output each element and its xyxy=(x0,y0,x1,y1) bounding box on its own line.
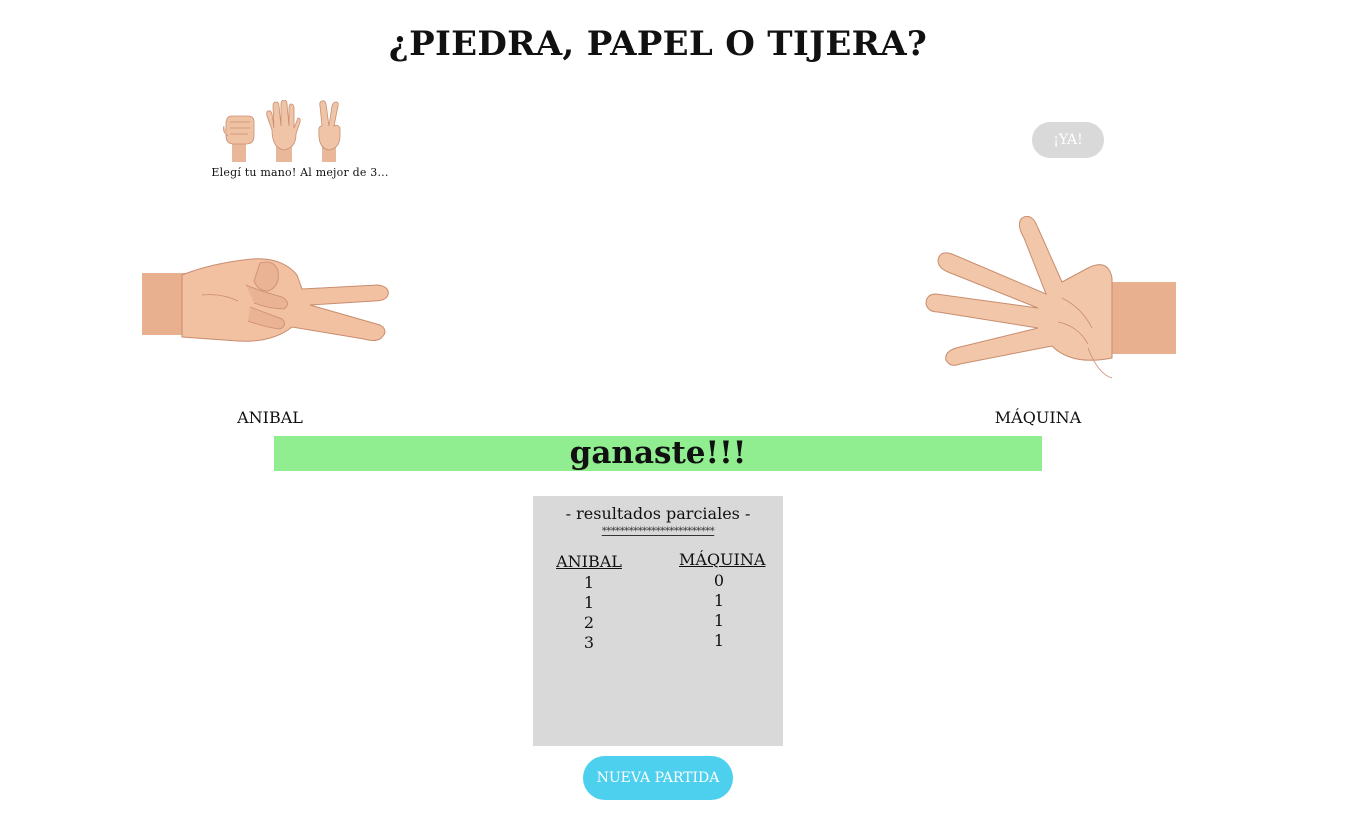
scoreboard-panel: - resultados parciales - ***************… xyxy=(533,496,783,746)
player-name: ANIBAL xyxy=(237,408,303,427)
machine-score-column: MÁQUINA 0 1 1 1 xyxy=(679,550,766,651)
machine-score-header: MÁQUINA xyxy=(679,550,766,569)
machine-score-value: 1 xyxy=(713,611,725,630)
game-page: ¿PIEDRA, PAPEL O TIJERA? Elegí tu mano! … xyxy=(0,0,1364,826)
scissors-hand-icon[interactable] xyxy=(308,100,352,162)
machine-score-value: 0 xyxy=(713,571,725,590)
scoreboard-title: - resultados parciales - xyxy=(565,504,751,523)
player-score-header: ANIBAL xyxy=(556,552,622,571)
result-banner: ganaste!!! xyxy=(274,436,1042,471)
player-score-column: ANIBAL 1 1 2 3 xyxy=(549,552,629,653)
player-score-value: 3 xyxy=(583,633,595,652)
player-hand-scissors-icon xyxy=(142,245,408,350)
player-score-value: 1 xyxy=(583,593,595,612)
machine-score-value: 1 xyxy=(713,591,725,610)
paper-hand-icon[interactable] xyxy=(262,100,306,162)
machine-score-value: 1 xyxy=(713,631,725,650)
machine-name: MÁQUINA xyxy=(994,408,1082,427)
instruction-text: Elegí tu mano! Al mejor de 3... xyxy=(211,166,389,179)
player-score-value: 1 xyxy=(583,573,595,592)
new-game-button[interactable]: NUEVA PARTIDA xyxy=(583,756,733,800)
player-score-value: 2 xyxy=(583,613,595,632)
rock-hand-icon[interactable] xyxy=(218,100,262,162)
ya-button[interactable]: ¡YA! xyxy=(1032,122,1104,158)
scoreboard-divider: ************************* xyxy=(601,526,715,537)
hand-choices xyxy=(212,100,392,164)
page-title: ¿PIEDRA, PAPEL O TIJERA? xyxy=(388,24,928,64)
machine-hand-paper-icon xyxy=(912,198,1176,398)
